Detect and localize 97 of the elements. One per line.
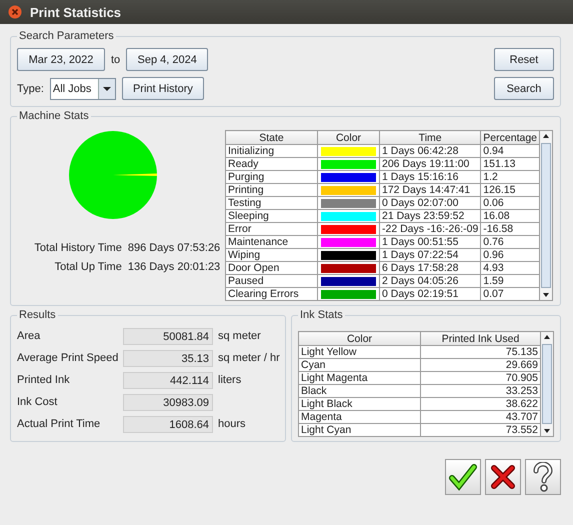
type-dropdown[interactable]: All Jobs xyxy=(50,78,116,100)
table-cell: 6 Days 17:58:28 xyxy=(380,262,481,274)
table-cell: 2 Days 04:05:26 xyxy=(380,274,481,288)
table-cell: 151.13 xyxy=(480,158,540,170)
caret-icon[interactable] xyxy=(98,78,115,98)
table-cell: Clearing Errors xyxy=(226,288,318,300)
total-value: 136 Days 20:01:23 xyxy=(128,261,220,273)
result-label: Ink Cost xyxy=(17,396,58,408)
table-cell: 0.06 xyxy=(480,196,540,210)
help-button[interactable] xyxy=(525,459,561,495)
panel-title: Ink Stats xyxy=(299,309,344,321)
panel-title: Machine Stats xyxy=(18,110,90,122)
table-cell: 29.669 xyxy=(420,358,540,372)
column-header: Color xyxy=(298,332,420,346)
result-label: Average Print Speed xyxy=(17,352,120,364)
table-cell: Cyan xyxy=(298,358,420,372)
table-cell: Door Open xyxy=(226,262,318,274)
print-history-button[interactable]: Print History xyxy=(122,77,204,100)
column-header: State xyxy=(226,130,318,144)
table-cell: Initializing xyxy=(226,144,318,158)
table-cell: 38.622 xyxy=(420,398,540,410)
result-field: 30983.09 xyxy=(123,394,213,410)
table-cell: 0 Days 02:07:00 xyxy=(380,196,481,210)
table-cell: 33.253 xyxy=(420,384,540,398)
window-title: Print Statistics xyxy=(30,4,122,20)
table-cell: 1 Days 00:51:55 xyxy=(380,236,481,248)
table-cell: Testing xyxy=(226,196,318,210)
column-header: Printed Ink Used xyxy=(420,332,540,346)
result-field: 50081.84 xyxy=(123,328,213,344)
table-cell: 43.707 xyxy=(420,410,540,424)
table-cell: 16.08 xyxy=(480,210,540,222)
column-header: Percentage xyxy=(480,130,540,144)
unit-label: liters xyxy=(218,374,242,386)
result-field: 1608.64 xyxy=(123,416,213,432)
table-cell: 0.94 xyxy=(480,144,540,158)
unit-label: sq meter xyxy=(218,330,261,342)
table-cell: Light Cyan xyxy=(298,424,420,436)
table-cell: Paused xyxy=(226,274,318,288)
table-cell: Printing xyxy=(226,184,318,196)
table-cell: Wiping xyxy=(226,248,318,262)
table-cell: 1 Days 15:16:16 xyxy=(380,170,481,184)
table-cell: Sleeping xyxy=(226,210,318,222)
column-header: Time xyxy=(380,130,481,144)
table-cell: 172 Days 14:47:41 xyxy=(380,184,481,196)
table-cell: -22 Days -16:-26:-09 xyxy=(380,222,481,236)
table-cell: Ready xyxy=(226,158,318,170)
close-icon[interactable] xyxy=(8,5,22,19)
total-label: Total History Time xyxy=(33,242,122,254)
table-cell: 4.93 xyxy=(480,262,540,274)
result-label: Area xyxy=(17,330,42,342)
result-label: Actual Print Time xyxy=(17,418,102,430)
table-cell: Error xyxy=(226,222,318,236)
total-value: 896 Days 07:53:26 xyxy=(128,242,220,254)
close-icon xyxy=(490,464,516,490)
table-cell: Light Magenta xyxy=(298,372,420,384)
table-cell: 1 Days 06:42:28 xyxy=(380,144,481,158)
table-cell: 21 Days 23:59:52 xyxy=(380,210,481,222)
table-cell: 0.96 xyxy=(480,248,540,262)
column-header: Color xyxy=(318,130,380,144)
table-cell: Purging xyxy=(226,170,318,184)
table-cell: 0.76 xyxy=(480,236,540,248)
table-cell: 0 Days 02:19:51 xyxy=(380,288,481,300)
table-cell: 0.07 xyxy=(480,288,540,300)
result-field: 35.13 xyxy=(123,350,213,366)
unit-label: sq meter / hr xyxy=(218,352,280,364)
table-cell: 126.15 xyxy=(480,184,540,196)
table-cell: Magenta xyxy=(298,410,420,424)
start-date-button[interactable]: Mar 23, 2022 xyxy=(17,48,105,71)
table-cell: 1.59 xyxy=(480,274,540,288)
scrollbar[interactable] xyxy=(541,331,554,437)
table-cell: 206 Days 19:11:00 xyxy=(380,158,481,170)
cancel-button[interactable] xyxy=(485,459,521,495)
total-label: Total Up Time xyxy=(54,261,122,273)
table-cell: Black xyxy=(298,384,420,398)
to-label: to xyxy=(111,54,120,66)
reset-button[interactable]: Reset xyxy=(494,48,554,71)
scrollbar[interactable] xyxy=(540,130,554,301)
table-cell: Light Black xyxy=(298,398,420,410)
help-icon xyxy=(532,462,554,492)
table-cell: -16.58 xyxy=(480,222,540,236)
table-cell: Light Yellow xyxy=(298,346,420,358)
table-cell: 70.905 xyxy=(420,372,540,384)
end-date-button[interactable]: Sep 4, 2024 xyxy=(126,48,208,71)
table-cell: 75.135 xyxy=(420,346,540,358)
ok-button[interactable] xyxy=(445,459,481,495)
panel-title: Search Parameters xyxy=(18,30,115,42)
unit-label: hours xyxy=(218,418,246,430)
result-label: Printed Ink xyxy=(17,374,71,386)
table-cell: 1.2 xyxy=(480,170,540,184)
panel-title: Results xyxy=(18,309,57,321)
table-cell: 1 Days 07:22:54 xyxy=(380,248,481,262)
type-label: Type: xyxy=(17,82,44,94)
search-button[interactable]: Search xyxy=(494,77,554,100)
checkmark-icon xyxy=(449,463,477,491)
result-field: 442.114 xyxy=(123,372,213,388)
table-cell: 73.552 xyxy=(420,424,540,436)
table-cell: Maintenance xyxy=(226,236,318,248)
